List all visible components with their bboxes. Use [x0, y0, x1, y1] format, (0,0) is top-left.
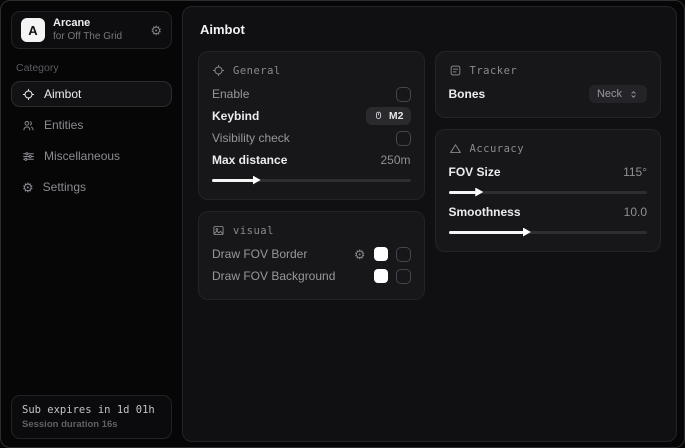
smoothness-slider[interactable] [449, 227, 648, 237]
row-bones: Bones Neck [449, 83, 648, 105]
panel-general: General Enable Keybind M2 Visi [198, 51, 425, 200]
row-visibility-check: Visibility check [212, 127, 411, 149]
layout-icon [449, 64, 462, 77]
max-distance-value: 250m [380, 153, 410, 167]
panel-visual: visual Draw FOV Border ⚙ Draw FOV Backgr… [198, 211, 425, 300]
panel-title: Accuracy [470, 143, 525, 155]
fov-background-color-swatch[interactable] [374, 269, 388, 283]
logo-card: A Arcane for Off The Grid ⚙ [11, 11, 172, 49]
visibility-checkbox[interactable] [396, 131, 411, 146]
gear-icon: ⚙ [22, 181, 34, 194]
sliders-icon [22, 150, 35, 163]
sidebar-item-label: Miscellaneous [44, 149, 120, 163]
max-distance-label: Max distance [212, 153, 287, 167]
sidebar-item-aimbot[interactable]: Aimbot [11, 81, 172, 107]
bones-select[interactable]: Neck [589, 85, 647, 103]
row-enable: Enable [212, 83, 411, 105]
row-draw-fov-border: Draw FOV Border ⚙ [212, 243, 411, 265]
sidebar-item-label: Settings [43, 180, 86, 194]
row-smoothness: Smoothness 10.0 [449, 201, 648, 223]
keybind-value: M2 [389, 110, 404, 122]
slider-thumb[interactable] [475, 188, 483, 197]
triangle-icon [449, 142, 462, 155]
sidebar-item-label: Aimbot [44, 87, 81, 101]
sidebar-item-label: Entities [44, 118, 83, 132]
app-subtitle: for Off The Grid [53, 31, 122, 44]
image-icon [212, 224, 225, 237]
sidebar-item-entities[interactable]: Entities [11, 112, 172, 138]
panel-tracker: Tracker Bones Neck [435, 51, 662, 118]
category-label: Category [16, 62, 167, 74]
fov-border-checkbox[interactable] [396, 247, 411, 262]
sidebar-menu: Aimbot Entities Miscellaneous ⚙ Settings [11, 81, 172, 200]
enable-label: Enable [212, 87, 249, 101]
page-title: Aimbot [200, 22, 661, 37]
panel-accuracy: Accuracy FOV Size 115° Smoothness 10.0 [435, 129, 662, 252]
keybind-button[interactable]: M2 [366, 107, 411, 125]
sidebar: A Arcane for Off The Grid ⚙ Category Aim… [1, 1, 182, 447]
app-logo: A [21, 18, 45, 42]
fov-size-slider[interactable] [449, 187, 648, 197]
app-name: Arcane [53, 17, 122, 31]
sidebar-item-miscellaneous[interactable]: Miscellaneous [11, 143, 172, 169]
smoothness-label: Smoothness [449, 205, 521, 219]
row-draw-fov-background: Draw FOV Background [212, 265, 411, 287]
chevron-up-down-icon [628, 89, 639, 100]
bones-label: Bones [449, 87, 486, 101]
crosshair-icon [212, 64, 225, 77]
fov-background-checkbox[interactable] [396, 269, 411, 284]
fov-border-label: Draw FOV Border [212, 247, 307, 261]
panel-title: General [233, 65, 281, 77]
crosshair-icon [22, 88, 35, 101]
row-keybind: Keybind M2 [212, 105, 411, 127]
keybind-label: Keybind [212, 109, 259, 123]
gear-icon[interactable]: ⚙ [150, 24, 162, 37]
max-distance-slider[interactable] [212, 175, 411, 185]
subscription-card: Sub expires in 1d 01h Session duration 1… [11, 395, 172, 439]
fov-background-label: Draw FOV Background [212, 269, 335, 283]
fov-size-label: FOV Size [449, 165, 501, 179]
panel-title: Tracker [470, 65, 518, 77]
app-window: A Arcane for Off The Grid ⚙ Category Aim… [0, 0, 685, 448]
row-fov-size: FOV Size 115° [449, 161, 648, 183]
slider-thumb[interactable] [523, 228, 531, 237]
smoothness-value: 10.0 [624, 205, 647, 219]
row-max-distance: Max distance 250m [212, 149, 411, 171]
gear-icon[interactable]: ⚙ [354, 248, 366, 261]
sidebar-item-settings[interactable]: ⚙ Settings [11, 174, 172, 200]
panel-title: visual [233, 225, 274, 237]
mouse-icon [373, 111, 384, 122]
enable-checkbox[interactable] [396, 87, 411, 102]
fov-size-value: 115° [623, 165, 647, 179]
visibility-check-label: Visibility check [212, 131, 290, 145]
session-duration: Session duration 16s [22, 419, 161, 430]
entities-icon [22, 119, 35, 132]
subscription-expires: Sub expires in 1d 01h [22, 404, 161, 416]
bones-value: Neck [597, 88, 622, 100]
main-content: Aimbot General Enable Keybind [182, 6, 677, 442]
slider-thumb[interactable] [253, 176, 261, 185]
fov-border-color-swatch[interactable] [374, 247, 388, 261]
